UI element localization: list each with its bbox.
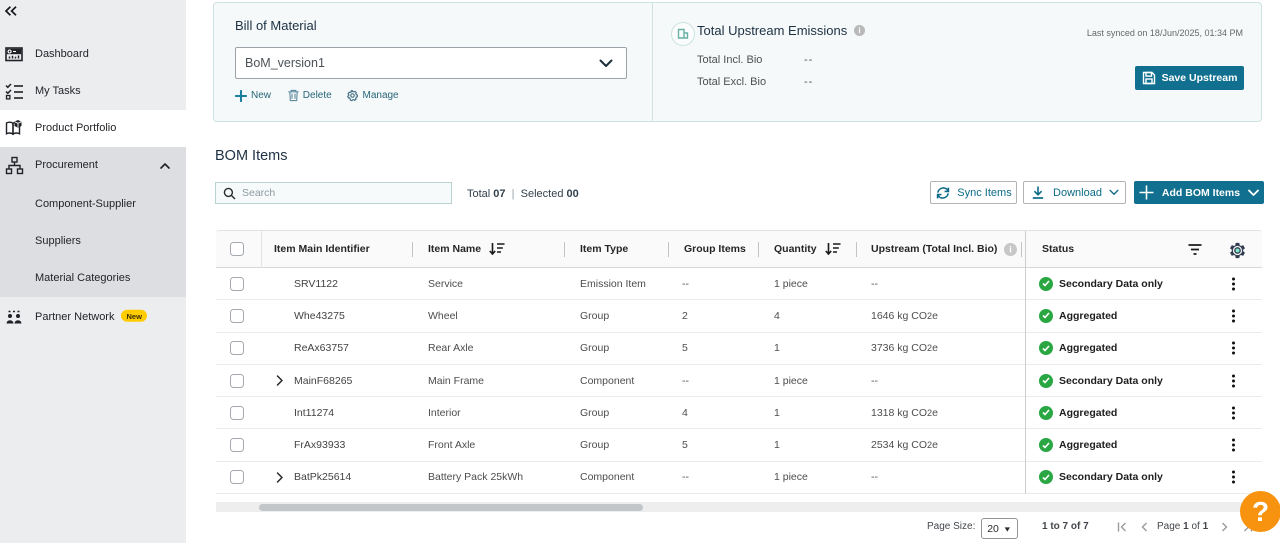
svg-text:i: i xyxy=(858,26,860,35)
svg-text:i: i xyxy=(1010,244,1013,254)
